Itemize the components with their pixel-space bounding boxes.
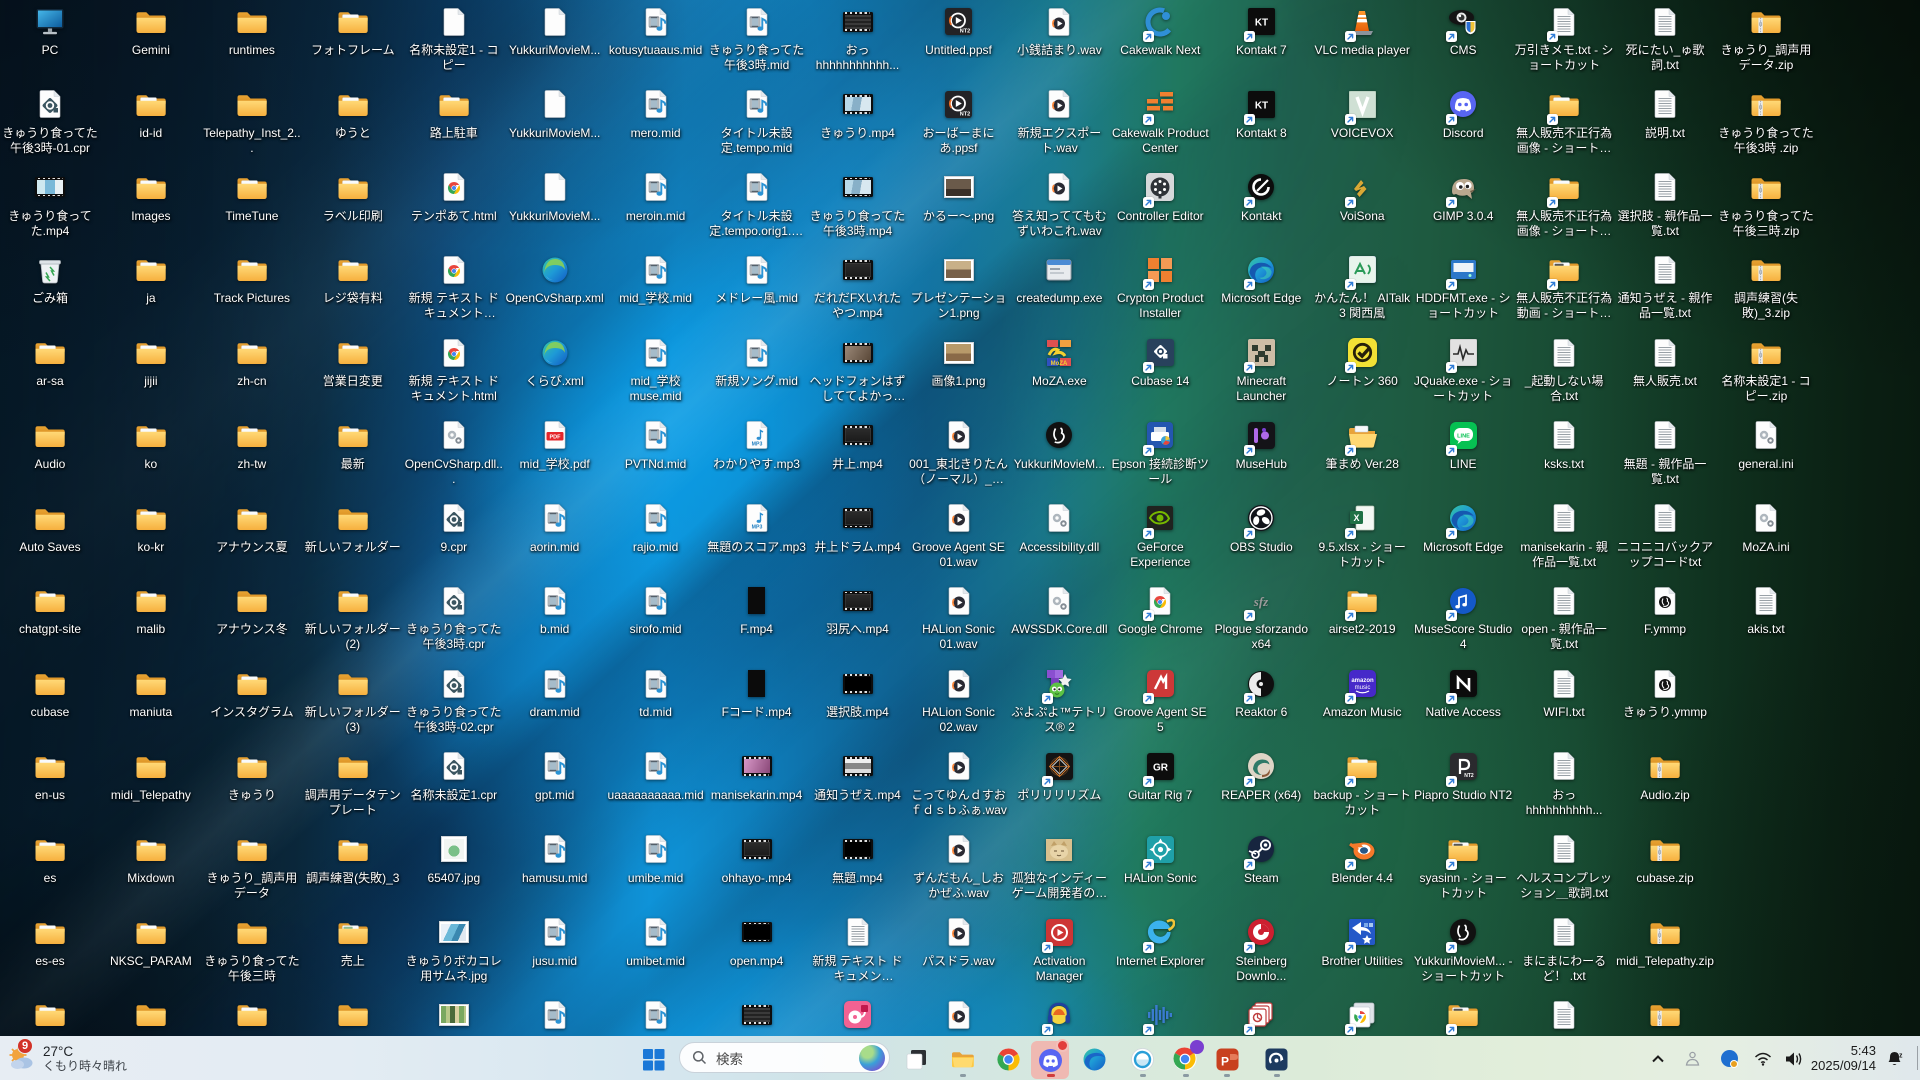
svg-text:sfz: sfz bbox=[1253, 594, 1269, 609]
svg-text:z: z bbox=[1899, 1053, 1903, 1060]
svg-text:NT2: NT2 bbox=[960, 29, 970, 35]
svg-text:LINE: LINE bbox=[1457, 433, 1470, 439]
svg-text:GR: GR bbox=[1153, 762, 1169, 773]
svg-text:KT: KT bbox=[1255, 100, 1268, 111]
svg-text:NT2: NT2 bbox=[1464, 773, 1474, 779]
svg-text:amazon: amazon bbox=[1351, 678, 1374, 684]
svg-text:P: P bbox=[1221, 1055, 1229, 1069]
svg-text:MoZA: MoZA bbox=[1051, 361, 1068, 367]
svg-text:music: music bbox=[1354, 685, 1370, 691]
svg-text:KT: KT bbox=[1255, 18, 1268, 29]
svg-text:NT2: NT2 bbox=[960, 111, 970, 117]
svg-text:PDF: PDF bbox=[549, 435, 561, 441]
svg-text:MP3: MP3 bbox=[751, 442, 762, 448]
svg-text:X: X bbox=[1354, 513, 1360, 523]
svg-text:MP3: MP3 bbox=[751, 525, 762, 531]
